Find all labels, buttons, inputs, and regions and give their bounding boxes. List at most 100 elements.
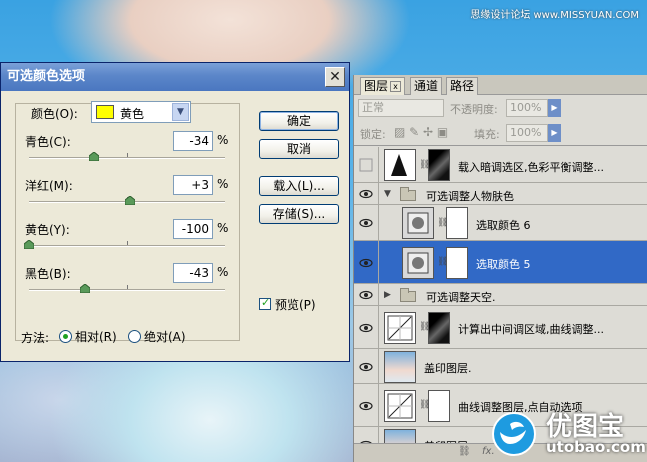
method-absolute-radio[interactable] (128, 330, 141, 343)
eye-separator (378, 384, 379, 426)
percent-unit: % (217, 265, 229, 279)
color-swatch (96, 105, 114, 119)
slider-center-tick (127, 153, 128, 157)
brand-watermark: 优图宝 utobao.com (488, 402, 647, 462)
layer-thumbnail (384, 350, 416, 383)
layer-name[interactable]: 可选调整天空. (426, 289, 496, 305)
layer-name[interactable]: 载入暗调选区,色彩平衡调整... (458, 159, 604, 175)
layer-mask-thumbnail[interactable] (428, 389, 450, 422)
fill-arrow-icon[interactable]: ▶ (548, 124, 561, 142)
method-label: 方法: (21, 331, 50, 345)
chevron-down-icon[interactable]: ▼ (384, 189, 391, 199)
lock-label: 锁定: (360, 128, 386, 141)
layer-row[interactable]: ⛓ 选取颜色 6 (354, 205, 647, 241)
slider-value-input[interactable]: -43 (173, 263, 213, 283)
layer-thumbnail (402, 207, 434, 239)
eye-separator (378, 147, 379, 182)
slider-thumb[interactable] (79, 284, 90, 293)
eye-icon[interactable] (358, 187, 374, 201)
layer-name[interactable]: 计算出中间调区域,曲线调整... (458, 321, 604, 337)
percent-unit: % (217, 177, 229, 191)
layer-name[interactable]: 选取颜色 6 (476, 217, 531, 233)
slider-value-input[interactable]: -100 (173, 219, 213, 239)
eye-icon[interactable] (358, 360, 374, 374)
slider-thumb[interactable] (124, 196, 135, 205)
slider-center-tick (127, 285, 128, 289)
slider-track[interactable] (29, 157, 225, 159)
chevron-down-icon[interactable]: ▼ (172, 103, 189, 121)
layer-thumbnail (384, 389, 416, 422)
layer-mask-thumbnail[interactable] (446, 246, 468, 279)
method-absolute-label[interactable]: 绝对(A) (144, 328, 186, 345)
layer-mask-thumbnail[interactable] (446, 207, 468, 239)
percent-unit: % (217, 221, 229, 235)
ok-button[interactable]: 确定 (259, 111, 339, 131)
layer-name[interactable]: 可选调整人物肤色 (426, 188, 514, 204)
layer-row[interactable]: ▼ 可选调整人物肤色 (354, 183, 647, 205)
chevron-right-icon[interactable]: ▶ (384, 290, 391, 300)
slider-thumb[interactable] (88, 152, 99, 161)
eye-icon[interactable] (358, 321, 374, 335)
eye-separator (378, 284, 379, 305)
layer-thumbnail (384, 149, 416, 181)
eye-separator (378, 183, 379, 204)
layer-mask-thumbnail[interactable] (428, 311, 450, 344)
slider-track[interactable] (29, 245, 225, 247)
layer-name[interactable]: 盖印图层. (424, 360, 472, 376)
tab-paths[interactable]: 路径 (446, 77, 479, 95)
opacity-label: 不透明度: (450, 103, 498, 116)
fill-label: 填充: (474, 128, 500, 141)
close-icon[interactable]: x (390, 81, 402, 92)
tab-layers[interactable]: 图层 x (360, 77, 406, 95)
save-button[interactable]: 存储(S)... (259, 204, 339, 224)
layer-row[interactable]: ▶ 可选调整天空. (354, 284, 647, 306)
preview-checkbox[interactable] (259, 296, 271, 310)
hidden-eye-icon[interactable] (358, 158, 374, 172)
slider-label: 黄色(Y): (25, 223, 70, 237)
eye-icon[interactable] (358, 399, 374, 413)
preview-label[interactable]: 预览(P) (275, 296, 316, 313)
eye-icon[interactable] (358, 288, 374, 302)
blend-options-row: 正常 不透明度: 100% ▶ (354, 96, 647, 120)
opacity-field[interactable]: 100% (506, 99, 548, 117)
brand-domain: utobao.com (546, 438, 646, 456)
layer-mask-thumbnail[interactable] (428, 149, 450, 181)
eye-separator (378, 205, 379, 240)
slider-label: 黑色(B): (25, 267, 71, 281)
slider-value-input[interactable]: +3 (173, 175, 213, 195)
opacity-arrow-icon[interactable]: ▶ (548, 99, 561, 117)
layer-row[interactable]: ⛓ 选取颜色 5 (354, 241, 647, 284)
layer-row[interactable]: ⛓ 计算出中间调区域,曲线调整... (354, 306, 647, 349)
method-relative-radio[interactable] (59, 330, 72, 343)
layer-row[interactable]: ⛓ 载入暗调选区,色彩平衡调整... (354, 147, 647, 183)
eye-icon[interactable] (358, 216, 374, 230)
top-watermark: 思缘设计论坛 www.MISSYUAN.COM (470, 10, 639, 21)
color-label: 颜色(O): (31, 107, 78, 121)
layer-thumbnail (384, 311, 416, 344)
blend-mode-select[interactable]: 正常 (358, 99, 444, 117)
color-select-value: 黄色 (120, 107, 145, 121)
tab-channels[interactable]: 通道 (410, 77, 443, 95)
slider-label: 洋红(M): (25, 179, 73, 193)
eye-icon[interactable] (358, 256, 374, 270)
layer-row[interactable]: 盖印图层. (354, 349, 647, 384)
load-button[interactable]: 载入(L)... (259, 176, 339, 196)
color-select[interactable]: 黄色 ▼ (91, 101, 191, 123)
selective-color-dialog: 可选颜色选项 ✕ 颜色(O): 黄色 ▼ 青色(C): -34% 洋红(M): +3%… (0, 62, 350, 362)
slider-thumb[interactable] (24, 240, 34, 249)
folder-icon (400, 187, 416, 201)
slider-value-input[interactable]: -34 (173, 131, 213, 151)
close-icon: ✕ (329, 69, 341, 85)
layer-name[interactable]: 选取颜色 5 (476, 256, 531, 272)
eye-separator (378, 241, 379, 283)
close-button[interactable]: ✕ (325, 67, 345, 87)
fill-field[interactable]: 100% (506, 124, 548, 142)
slider-track[interactable] (29, 289, 225, 291)
cancel-button[interactable]: 取消 (259, 139, 339, 159)
lock-icons[interactable]: ▨ ✎ ✢ ▣ (394, 125, 448, 139)
method-relative-label[interactable]: 相对(R) (75, 328, 117, 345)
dialog-title-bar[interactable]: 可选颜色选项 ✕ (1, 63, 349, 91)
lock-options-row: 锁定: ▨ ✎ ✢ ▣ 填充: 100% ▶ (354, 120, 647, 146)
link-icon[interactable]: ⛓ (458, 446, 471, 457)
percent-unit: % (217, 133, 229, 147)
